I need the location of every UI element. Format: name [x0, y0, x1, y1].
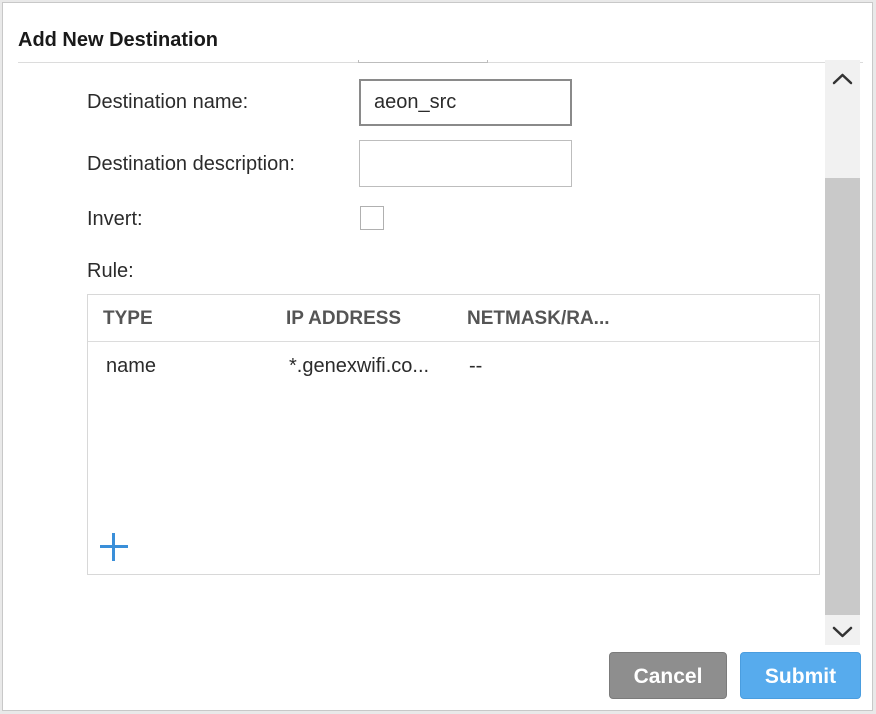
- scrollbar-thumb[interactable]: [825, 178, 860, 615]
- rule-netmask-cell: --: [469, 355, 483, 377]
- destination-description-input[interactable]: [359, 140, 572, 187]
- dialog-scroll-area: Destination name: Destination descriptio…: [15, 60, 861, 645]
- rule-table: TYPE IP ADDRESS NETMASK/RA... name *.gen…: [87, 294, 820, 575]
- rule-table-header: TYPE IP ADDRESS NETMASK/RA...: [88, 295, 819, 342]
- column-header-ip-address[interactable]: IP ADDRESS: [286, 308, 401, 330]
- chevron-up-icon: [832, 73, 853, 85]
- column-header-netmask-range[interactable]: NETMASK/RA...: [467, 308, 610, 330]
- destination-name-label: Destination name:: [87, 91, 249, 113]
- cancel-button[interactable]: Cancel: [609, 652, 727, 699]
- destination-description-label: Destination description:: [87, 153, 295, 175]
- invert-checkbox[interactable]: [360, 206, 384, 230]
- destination-name-input[interactable]: [359, 79, 572, 126]
- add-rule-button[interactable]: [100, 533, 128, 561]
- vertical-scrollbar[interactable]: [825, 60, 860, 645]
- chevron-down-icon: [832, 626, 853, 638]
- rule-type-cell: name: [106, 355, 157, 377]
- column-header-type[interactable]: TYPE: [103, 308, 153, 330]
- scroll-up-button[interactable]: [825, 64, 860, 94]
- invert-label: Invert:: [87, 208, 143, 230]
- dialog-title: Add New Destination: [18, 29, 219, 51]
- scroll-down-button[interactable]: [825, 617, 860, 647]
- partially-scrolled-field: [358, 60, 488, 63]
- rule-label: Rule:: [87, 260, 134, 282]
- submit-button[interactable]: Submit: [740, 652, 861, 699]
- rule-ip-address-cell: *.genexwifi.co...: [289, 355, 430, 377]
